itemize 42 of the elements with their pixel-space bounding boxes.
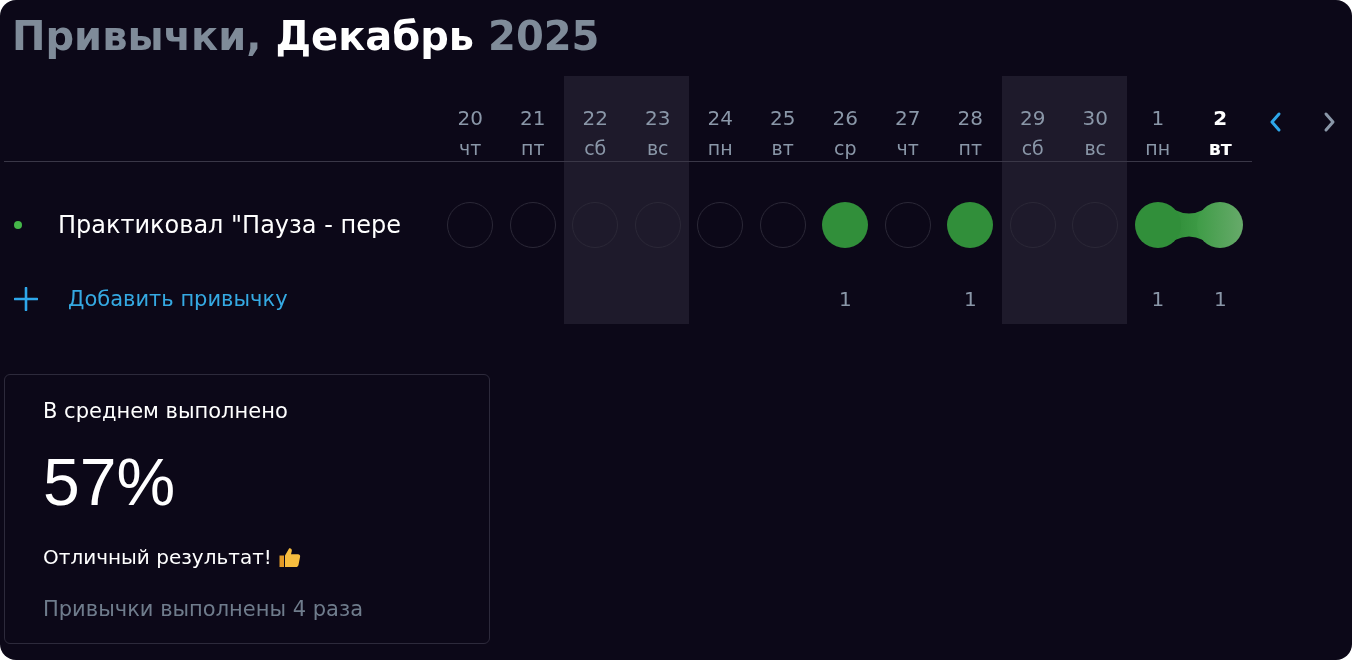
weekday-label: ср <box>834 136 857 161</box>
chevron-left-icon <box>1268 111 1283 133</box>
done-circle[interactable] <box>822 202 869 248</box>
average-percentage: 57% <box>43 444 176 521</box>
weekday-label: пн <box>707 136 733 161</box>
page-title: Привычки, Декабрь 2025 <box>11 12 601 61</box>
day-number: 2 <box>1213 105 1228 131</box>
weekday-label: чт <box>896 136 919 161</box>
day-number: 21 <box>520 105 546 131</box>
weekday-label: пн <box>1145 136 1171 161</box>
stats-title: В среднем выполнено <box>43 399 288 423</box>
weekday-label: вт <box>1208 136 1232 161</box>
weekday-label: сб <box>1021 136 1044 161</box>
weekday-label: сб <box>584 136 607 161</box>
weekday-label: чт <box>459 136 482 161</box>
day-number: 23 <box>645 105 671 131</box>
day-number: 1 <box>1151 105 1165 131</box>
done-circle[interactable] <box>947 202 994 248</box>
result-message: Отличный результат! <box>43 545 272 569</box>
day-count: 1 <box>963 287 977 311</box>
day-number: 27 <box>895 105 921 131</box>
completion-summary: Привычки выполнены 4 раза <box>43 597 363 621</box>
thumbs-up-icon <box>277 545 302 569</box>
habit-name[interactable]: Практиковал "Пауза - пере <box>58 211 401 239</box>
day-number: 22 <box>582 105 608 131</box>
day-count: 1 <box>1213 287 1227 311</box>
weekday-label: пт <box>521 136 545 161</box>
add-habit-button[interactable]: Добавить привычку <box>14 287 288 311</box>
plus-icon <box>14 287 38 311</box>
weekday-label: вс <box>1084 136 1107 161</box>
weekday-label: вт <box>771 136 794 161</box>
weekday-label: пт <box>958 136 982 161</box>
day-number: 24 <box>707 105 733 131</box>
weekday-label: вс <box>646 136 669 161</box>
day-number: 30 <box>1082 105 1108 131</box>
day-number: 25 <box>770 105 796 131</box>
day-count: 1 <box>838 287 852 311</box>
day-number: 26 <box>832 105 858 131</box>
day-number: 28 <box>957 105 983 131</box>
day-count: 1 <box>1151 287 1165 311</box>
day-number: 29 <box>1020 105 1046 131</box>
day-number: 20 <box>457 105 483 131</box>
